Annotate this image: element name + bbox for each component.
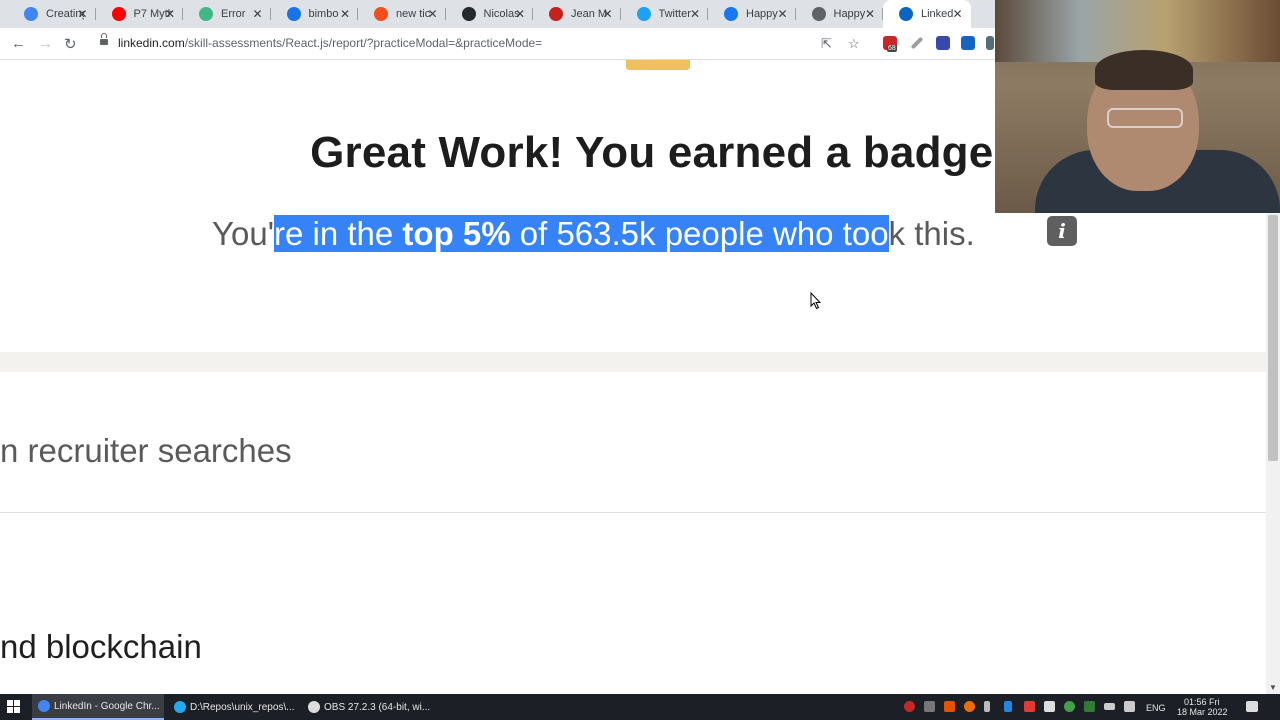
clock-time[interactable]: 01:56 Fri bbox=[1184, 697, 1220, 707]
close-tab-icon[interactable]: ✕ bbox=[865, 7, 875, 21]
chrome-icon bbox=[24, 7, 38, 21]
close-tab-icon[interactable]: ✕ bbox=[777, 7, 787, 21]
facebook-icon bbox=[724, 7, 738, 21]
bluetooth-icon[interactable] bbox=[1004, 701, 1012, 712]
browser-tab[interactable]: Happy ✕ bbox=[796, 0, 883, 28]
summary-text-start: You' bbox=[212, 215, 274, 252]
summary-text-end: k this. bbox=[888, 215, 975, 252]
vue-icon bbox=[199, 7, 213, 21]
back-arrow-icon[interactable]: ← bbox=[11, 35, 26, 52]
percentile-text: top 5% bbox=[402, 215, 511, 252]
wifi-icon[interactable] bbox=[1124, 701, 1135, 712]
reload-icon[interactable]: ↻ bbox=[64, 35, 77, 53]
browser-tab[interactable]: P7 Myth ✕ bbox=[96, 0, 183, 28]
tray-app-icon-3[interactable] bbox=[1024, 701, 1035, 712]
taskbar-app-button[interactable]: OBS 27.2.3 (64-bit, wi... bbox=[302, 694, 434, 720]
url-text[interactable]: linkedin.com/skill-assessments/React.js/… bbox=[118, 36, 542, 50]
forward-arrow-icon[interactable]: → bbox=[38, 35, 53, 52]
lock-icon[interactable] bbox=[100, 33, 108, 46]
close-tab-icon[interactable]: ✕ bbox=[252, 7, 262, 21]
globe-icon bbox=[811, 7, 826, 21]
taskbar-app-label: D:\Repos\unix_repos\... bbox=[190, 701, 295, 713]
volume-icon[interactable] bbox=[924, 701, 935, 712]
clock-date[interactable]: 18 Mar 2022 bbox=[1177, 707, 1228, 717]
extension-icon-4[interactable] bbox=[986, 36, 994, 50]
close-tab-icon[interactable]: ✕ bbox=[77, 7, 87, 21]
browser-tab[interactable]: bimbo ✕ bbox=[271, 0, 358, 28]
text-selection: re in the top 5% of 563.5k people who to… bbox=[274, 215, 889, 252]
extension-icon-2[interactable] bbox=[936, 36, 950, 50]
close-tab-icon[interactable]: ✕ bbox=[427, 7, 437, 21]
tray-app-icon[interactable] bbox=[904, 701, 915, 712]
close-tab-icon[interactable]: ✕ bbox=[340, 7, 350, 21]
close-tab-icon[interactable]: ✕ bbox=[165, 7, 175, 21]
obs-icon bbox=[308, 701, 320, 713]
scrollbar-thumb[interactable] bbox=[1268, 215, 1278, 461]
section-divider-band bbox=[0, 352, 1266, 372]
share-icon[interactable]: ⇱ bbox=[821, 36, 832, 52]
chrome-tray-icon[interactable] bbox=[1064, 701, 1075, 712]
browser-tab[interactable]: Error ✕ bbox=[183, 0, 271, 28]
chrome-icon bbox=[38, 700, 50, 712]
windows-taskbar: LinkedIn - Google Chr... D:\Repos\unix_re… bbox=[0, 694, 1280, 720]
mouse-cursor-icon bbox=[810, 292, 822, 310]
youtube-icon bbox=[111, 7, 126, 21]
browser-tab[interactable]: Twitter ✕ bbox=[621, 0, 708, 28]
vscode-icon bbox=[174, 701, 186, 713]
close-tab-icon[interactable]: ✕ bbox=[602, 7, 612, 21]
close-tab-icon[interactable]: ✕ bbox=[690, 7, 700, 21]
browser-tab[interactable]: Happy ✕ bbox=[708, 0, 796, 28]
github-icon bbox=[461, 7, 476, 21]
extension-icon-3[interactable] bbox=[961, 36, 975, 50]
language-indicator[interactable]: ENG bbox=[1146, 703, 1166, 713]
windows-start-icon[interactable] bbox=[7, 700, 21, 714]
twitter-icon bbox=[636, 7, 651, 21]
summary-text-selected: re in the bbox=[274, 215, 403, 252]
info-icon[interactable]: i bbox=[1047, 216, 1077, 246]
taskbar-app-button[interactable]: LinkedIn - Google Chr... bbox=[32, 694, 164, 720]
notifications-icon[interactable] bbox=[1246, 701, 1258, 712]
presenter-glasses bbox=[1107, 108, 1183, 128]
tray-app-icon-2[interactable] bbox=[944, 701, 955, 712]
tray-app-icon-5[interactable] bbox=[1084, 701, 1095, 712]
close-tab-icon[interactable]: ✕ bbox=[952, 7, 962, 21]
taskbar-app-label: LinkedIn - Google Chr... bbox=[54, 700, 160, 712]
webcam-overlay bbox=[995, 0, 1280, 213]
scroll-down-arrow-icon[interactable]: ▼ bbox=[1269, 683, 1277, 692]
extension-badge: 68 bbox=[887, 45, 897, 52]
browser-tab[interactable]: Nicolas ✕ bbox=[446, 0, 533, 28]
microphone-icon[interactable] bbox=[984, 701, 990, 712]
divider bbox=[0, 512, 1266, 513]
badge-ribbon bbox=[626, 60, 690, 70]
gmail-icon bbox=[549, 7, 563, 21]
close-tab-icon[interactable]: ✕ bbox=[515, 7, 525, 21]
browser-tab[interactable]: new tic ✕ bbox=[358, 0, 446, 28]
browser-tab[interactable]: Linked ✕ bbox=[883, 0, 971, 28]
browser-tab[interactable]: Jean M ✕ bbox=[533, 0, 621, 28]
browser-tab[interactable]: Creating ✕ bbox=[8, 0, 96, 28]
presenter-hair bbox=[1095, 50, 1193, 90]
search-tray-icon[interactable] bbox=[964, 701, 975, 712]
linkedin-icon bbox=[899, 7, 913, 21]
battery-icon[interactable] bbox=[1104, 703, 1115, 710]
address-bar[interactable]: linkedin.com/skill-assessments/React.js/… bbox=[92, 31, 872, 57]
tray-app-icon-4[interactable] bbox=[1044, 701, 1055, 712]
result-summary: You're in the top 5% of 563.5k people wh… bbox=[212, 210, 975, 258]
figma-icon bbox=[374, 7, 388, 21]
taskbar-app-button[interactable]: D:\Repos\unix_repos\... bbox=[168, 694, 296, 720]
taskbar-app-label: OBS 27.2.3 (64-bit, wi... bbox=[324, 701, 431, 713]
feature-text-blockchain: nd blockchain bbox=[0, 628, 202, 665]
k-icon bbox=[286, 7, 301, 21]
eyedropper-icon[interactable] bbox=[910, 36, 924, 50]
summary-text-selected-2: of 563.5k people who too bbox=[510, 215, 889, 252]
feature-text-recruiter: n recruiter searches bbox=[0, 432, 292, 469]
bookmark-star-icon[interactable]: ☆ bbox=[848, 36, 860, 52]
